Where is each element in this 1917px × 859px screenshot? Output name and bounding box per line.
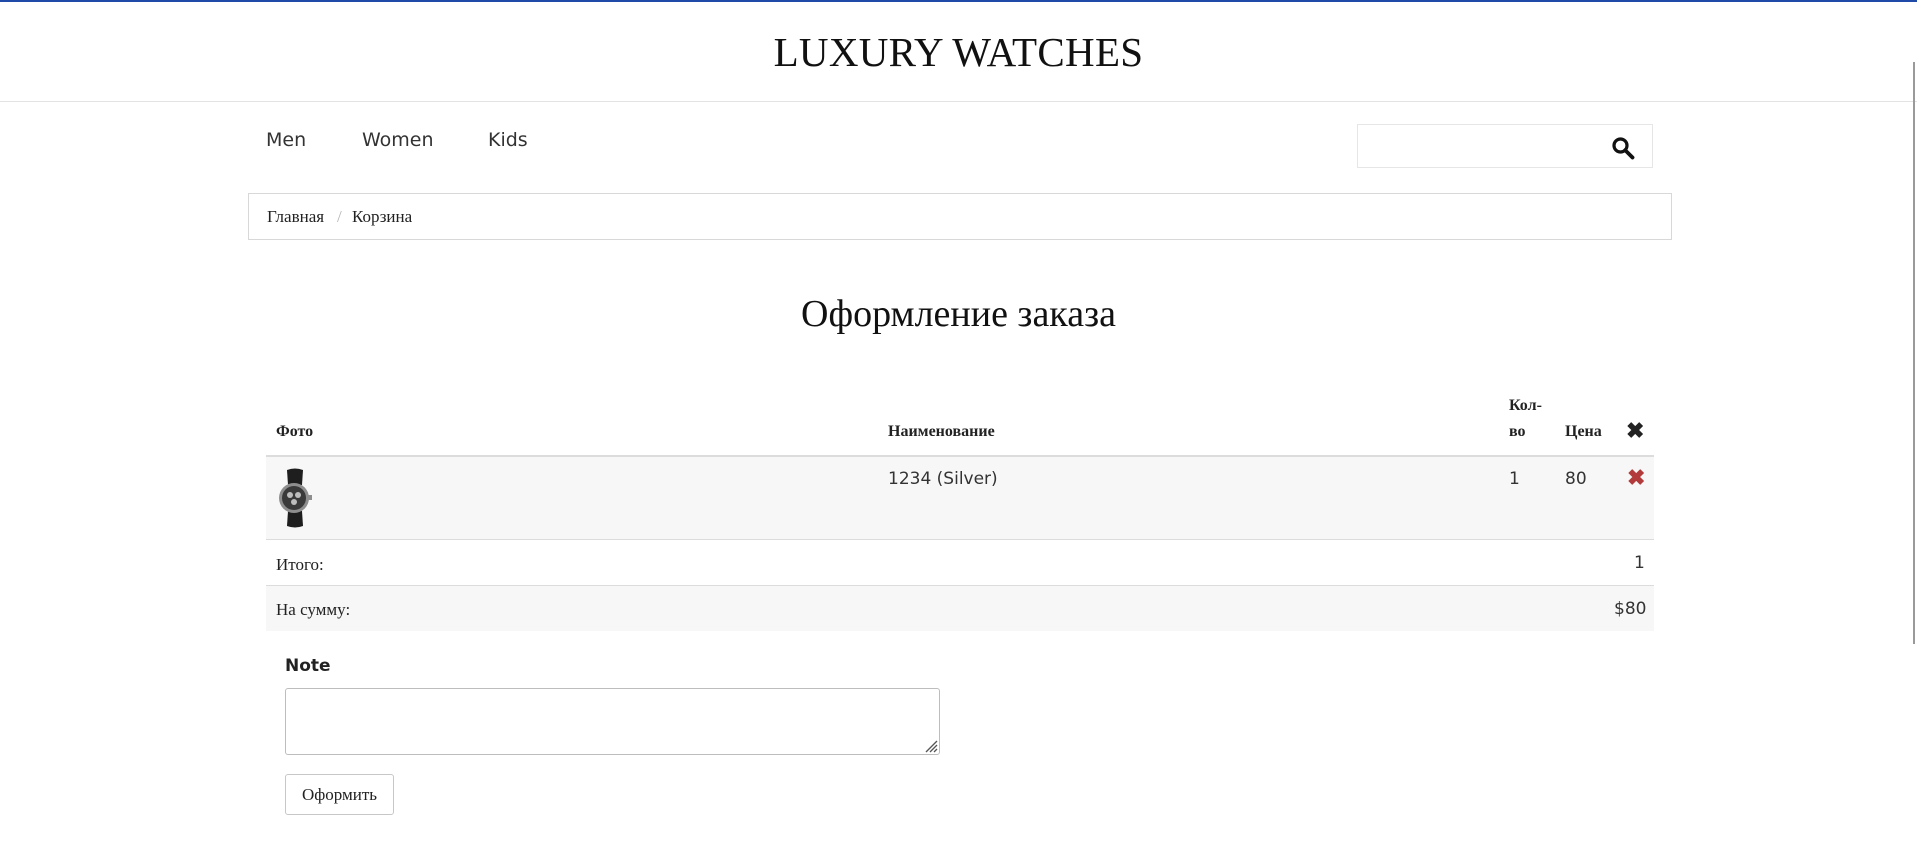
sum-row xyxy=(266,586,1654,631)
nav-item-kids[interactable]: Kids xyxy=(488,126,528,154)
note-textarea[interactable] xyxy=(285,688,940,755)
total-value: 1 xyxy=(1634,553,1645,573)
product-qty: 1 xyxy=(1509,469,1520,489)
sum-value: $80 xyxy=(1614,599,1647,619)
product-price: 80 xyxy=(1565,469,1587,489)
row-divider xyxy=(266,539,1654,540)
breadcrumb-home[interactable]: Главная xyxy=(267,207,324,227)
breadcrumb-cart: Корзина xyxy=(352,207,413,226)
site-logo[interactable]: LUXURY WATCHES xyxy=(0,28,1917,76)
col-header-name: Наименование xyxy=(888,423,995,440)
col-header-qty-line2: во xyxy=(1509,423,1526,440)
total-label: Итого: xyxy=(276,555,324,574)
col-header-qty-line1: Кол- xyxy=(1509,397,1542,414)
page-title: Оформление заказа xyxy=(801,293,1116,335)
sum-label: На сумму: xyxy=(276,600,351,619)
product-thumbnail[interactable] xyxy=(275,467,315,529)
product-name[interactable]: 1234 (Silver) xyxy=(888,469,998,489)
nav-item-men[interactable]: Men xyxy=(266,126,306,154)
search-icon[interactable] xyxy=(1611,136,1635,160)
breadcrumb: Главная / Корзина xyxy=(248,193,1672,240)
resize-grip-icon[interactable] xyxy=(924,739,938,753)
remove-all-icon[interactable]: ✖ xyxy=(1626,420,1644,442)
nav-item-women[interactable]: Women xyxy=(362,126,434,154)
col-header-price: Цена xyxy=(1565,423,1602,440)
search-box xyxy=(1357,124,1653,168)
checkout-button[interactable]: Оформить xyxy=(285,774,394,815)
scrollbar[interactable] xyxy=(1913,62,1915,644)
note-label: Note xyxy=(285,656,331,676)
col-header-photo: Фото xyxy=(276,423,314,440)
remove-item-icon[interactable]: ✖ xyxy=(1627,467,1645,489)
breadcrumb-separator: / xyxy=(337,207,342,226)
search-input[interactable] xyxy=(1364,131,1608,163)
